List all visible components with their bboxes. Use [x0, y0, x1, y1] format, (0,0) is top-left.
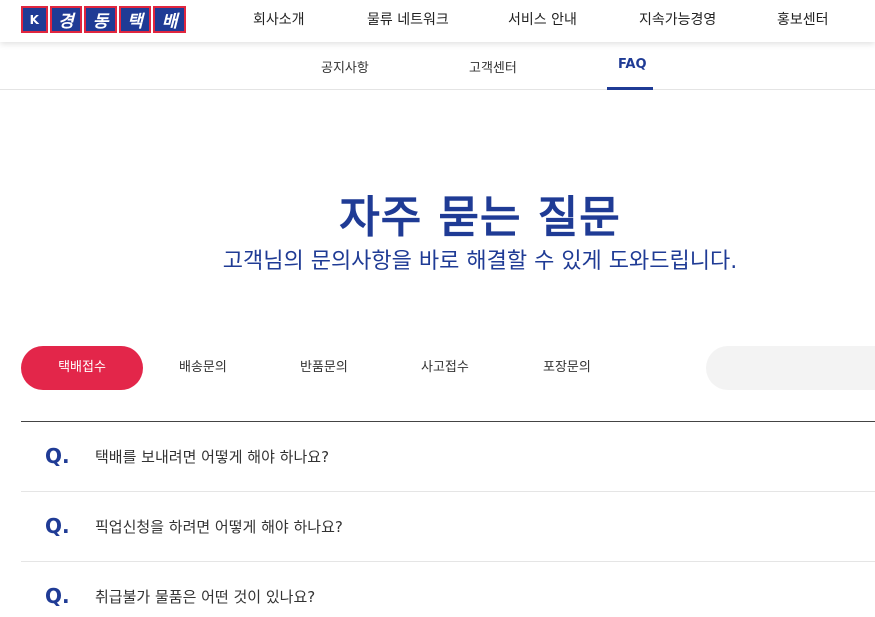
faq-question[interactable]: 택배를 보내려면 어떻게 해야 하나요? — [95, 446, 329, 467]
faq-item[interactable]: Q. 픽업신청을 하려면 어떻게 해야 하나요? — [21, 492, 875, 562]
page-title: 자주 묻는 질문 — [339, 192, 621, 243]
tab-packaging-inquiry[interactable]: 포장문의 — [543, 346, 591, 390]
tab-return-inquiry[interactable]: 반품문의 — [300, 346, 348, 390]
tab-parcel-reception[interactable]: 택배접수 — [21, 346, 143, 390]
main-nav-item-pr-center[interactable]: 홍보센터 — [777, 9, 829, 29]
main-nav-item-company[interactable]: 회사소개 — [253, 9, 305, 29]
tab-accident-report[interactable]: 사고접수 — [421, 346, 469, 390]
sub-nav: 공지사항 고객센터 FAQ — [0, 42, 875, 90]
faq-item[interactable]: Q. 취급불가 물품은 어떤 것이 있나요? — [21, 562, 875, 617]
question-marker: Q. — [45, 444, 70, 468]
main-nav-item-service[interactable]: 서비스 안내 — [508, 9, 577, 29]
sub-nav-item-faq[interactable]: FAQ — [618, 57, 647, 72]
top-header: K 경 동 택 배 회사소개 물류 네트워크 서비스 안내 지속가능경영 홍보센… — [0, 0, 875, 42]
question-marker: Q. — [45, 514, 70, 538]
sub-nav-item-notice[interactable]: 공지사항 — [321, 57, 369, 76]
main-nav-item-network[interactable]: 물류 네트워크 — [367, 9, 449, 29]
page-subtitle: 고객님의 문의사항을 바로 해결할 수 있게 도와드립니다. — [222, 249, 738, 274]
faq-list: Q. 택배를 보내려면 어떻게 해야 하나요? Q. 픽업신청을 하려면 어떻게… — [21, 421, 875, 617]
faq-search-input[interactable] — [706, 346, 875, 390]
sub-nav-item-customer-center[interactable]: 고객센터 — [469, 57, 517, 76]
faq-question[interactable]: 취급불가 물품은 어떤 것이 있나요? — [95, 586, 315, 607]
faq-item[interactable]: Q. 택배를 보내려면 어떻게 해야 하나요? — [21, 422, 875, 492]
tab-delivery-inquiry[interactable]: 배송문의 — [179, 346, 227, 390]
faq-question[interactable]: 픽업신청을 하려면 어떻게 해야 하나요? — [95, 516, 343, 537]
main-nav-item-sustainability[interactable]: 지속가능경영 — [639, 9, 716, 29]
question-marker: Q. — [45, 584, 70, 608]
active-tab-indicator — [607, 87, 653, 90]
main-nav: 회사소개 물류 네트워크 서비스 안내 지속가능경영 홍보센터 — [0, 0, 875, 42]
